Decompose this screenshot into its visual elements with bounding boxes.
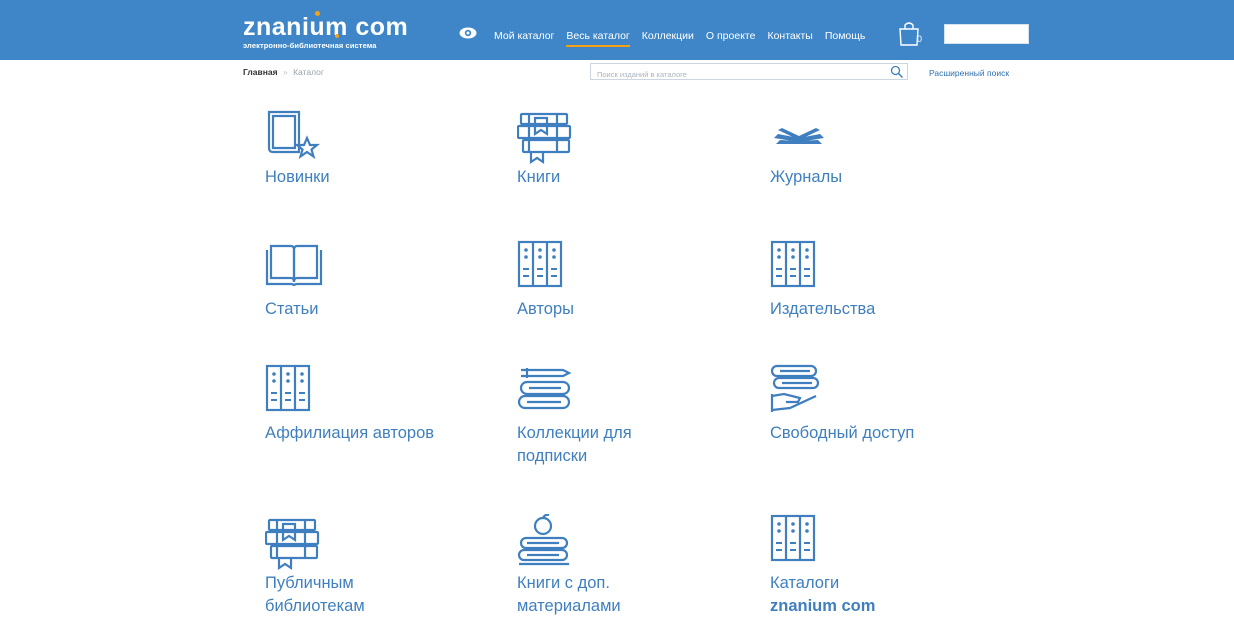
catalog-tile-free-access[interactable]: Свободный доступ	[770, 364, 980, 445]
books-stack-icon	[517, 112, 572, 165]
user-login-box[interactable]	[944, 24, 1029, 44]
catalog-tile-authors[interactable]: Авторы	[517, 240, 727, 321]
tile-label: Книги	[517, 168, 561, 186]
open-book-icon	[774, 128, 824, 144]
tile-label: Книги с доп. материалами	[517, 574, 621, 615]
tile-label: Новинки	[265, 168, 330, 186]
breadcrumb: Главная » Каталог	[243, 67, 324, 77]
catalog-tile-books-extra[interactable]: Книги с доп. материалами	[517, 514, 667, 618]
catalog-search	[590, 63, 908, 82]
tile-label-line2: znanium com	[770, 597, 876, 615]
binders-icon	[770, 514, 816, 562]
book-star-icon	[267, 110, 321, 160]
tile-label: Издательства	[770, 300, 876, 318]
nav-my-catalog[interactable]: Мой каталог	[494, 30, 554, 42]
breadcrumb-current: Каталог	[293, 67, 324, 77]
logo-tagline: электронно-библиотечная система	[243, 41, 377, 50]
nav-about[interactable]: О проекте	[706, 30, 756, 42]
main-nav: Мой каталог Весь каталог Коллекции О про…	[494, 30, 877, 47]
nav-help[interactable]: Помощь	[825, 30, 866, 42]
catalog-tile-public-libraries[interactable]: Публичным библиотекам	[265, 514, 425, 618]
tile-label: Публичным библиотекам	[265, 574, 365, 615]
logo-wordmark: znanium com	[243, 11, 409, 41]
catalog-tile-journals[interactable]: Журналы	[770, 108, 980, 189]
breadcrumb-home[interactable]: Главная	[243, 67, 278, 77]
cart-count: 0	[917, 34, 923, 44]
tile-label: Журналы	[770, 168, 843, 186]
books-apple-icon	[517, 514, 569, 566]
search-input[interactable]	[591, 67, 893, 82]
advanced-search-link[interactable]: Расширенный поиск	[929, 68, 1009, 78]
catalog-tile-affiliation[interactable]: Аффилиация авторов	[265, 364, 475, 445]
tile-label: Свободный доступ	[770, 424, 915, 442]
catalog-tile-articles[interactable]: Статьи	[265, 240, 475, 321]
top-navigation-bar: znanium com электронно-библиотечная сист…	[0, 0, 1234, 60]
tile-label: Авторы	[517, 300, 574, 318]
tile-label-line1: Каталоги	[770, 574, 840, 592]
tile-label: Коллекции для подписки	[517, 424, 632, 465]
nav-contacts[interactable]: Контакты	[767, 30, 812, 42]
nav-collections[interactable]: Коллекции	[642, 30, 694, 42]
catalog-tile-subscription-collections[interactable]: Коллекции для подписки	[517, 364, 687, 468]
tile-label: Статьи	[265, 300, 319, 318]
search-icon[interactable]	[890, 65, 904, 79]
catalog-tile-new[interactable]: Новинки	[265, 108, 475, 189]
logo-dot	[315, 11, 320, 16]
binders-icon	[517, 240, 563, 288]
catalog-tile-znanium-catalogs[interactable]: Каталоги znanium com	[770, 514, 980, 618]
books-stack-icon	[265, 518, 320, 571]
catalog-tile-books[interactable]: Книги	[517, 108, 727, 189]
nav-all-catalog[interactable]: Весь каталог	[566, 30, 631, 47]
tile-label: Каталоги znanium com	[770, 572, 980, 618]
cart-bag-icon[interactable]	[897, 20, 927, 46]
site-logo[interactable]: znanium com электронно-библиотечная сист…	[243, 11, 409, 50]
books-hand-icon	[770, 364, 820, 412]
binders-icon	[265, 364, 311, 412]
binders-icon	[770, 240, 816, 288]
eye-icon[interactable]	[459, 27, 477, 39]
tile-label: Аффилиация авторов	[265, 424, 435, 442]
open-book-outline-icon	[265, 244, 323, 287]
logo-dot-2	[335, 34, 339, 38]
books-pen-icon	[517, 368, 572, 410]
catalog-tile-publishers[interactable]: Издательства	[770, 240, 980, 321]
breadcrumb-separator: »	[282, 67, 288, 77]
